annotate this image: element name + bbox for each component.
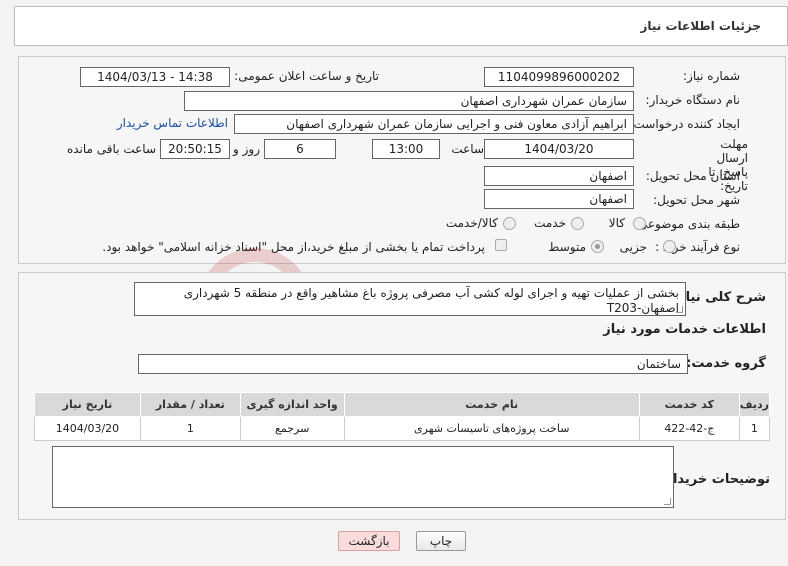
process-medium-label: متوسط	[548, 240, 586, 254]
col-unit: واحد اندازه گیری	[239, 392, 345, 417]
hour-label: ساعت	[451, 142, 484, 156]
summary-textarea[interactable]: بخشی از عملیات تهیه و اجرای لوله کشی آب …	[134, 282, 686, 316]
print-button[interactable]: چاپ	[416, 531, 466, 551]
cell-unit: سرجمع	[239, 416, 345, 441]
services-table: ردیف کد خدمت نام خدمت واحد اندازه گیری ت…	[34, 392, 771, 441]
city-field: اصفهان	[484, 189, 634, 209]
category-goods-label: کالا	[608, 216, 625, 230]
col-service-name: نام خدمت	[343, 392, 640, 417]
province-field: اصفهان	[484, 166, 634, 186]
deadline-date-field: 1404/03/20	[484, 139, 634, 159]
city-label: شهر محل تحویل:	[653, 193, 740, 207]
announce-label: تاریخ و ساعت اعلان عمومی:	[234, 69, 379, 83]
buyer-notes-label: توضیحات خریدار:	[660, 472, 770, 487]
page-header: جزئیات اطلاعات نیاز	[14, 6, 788, 46]
need-info-panel	[18, 56, 786, 264]
cell-quantity: 1	[139, 416, 241, 441]
days-field: 6	[264, 139, 336, 159]
col-need-date: تاریخ نیاز	[34, 392, 141, 417]
category-service-label: خدمت	[534, 216, 566, 230]
remaining-time-field: 20:50:15	[160, 139, 230, 159]
province-label: استان محل تحویل:	[645, 169, 740, 183]
category-goods-radio[interactable]	[633, 217, 646, 230]
col-quantity: تعداد / مقدار	[139, 392, 241, 417]
category-label: طبقه بندی موضوعی:	[633, 217, 740, 231]
summary-label: شرح کلی نیاز:	[672, 290, 766, 305]
treasury-payment-text: پرداخت تمام یا بخشی از مبلغ خرید،از محل …	[102, 240, 485, 254]
category-goods-service-label: کالا/خدمت	[445, 216, 498, 230]
summary-text: بخشی از عملیات تهیه و اجرای لوله کشی آب …	[183, 286, 679, 315]
buyer-org-field: سازمان عمران شهرداری اصفهان	[184, 91, 634, 111]
category-goods-service-radio[interactable]	[503, 217, 516, 230]
services-heading: اطلاعات خدمات مورد نیاز	[603, 322, 766, 337]
process-minor-radio[interactable]	[663, 240, 676, 253]
deadline-label: مهلت ارسال پاسخ: تا تاریخ:	[708, 137, 748, 193]
announce-field: 1404/03/13 - 14:38	[80, 67, 230, 87]
process-medium-radio[interactable]	[591, 240, 604, 253]
resize-handle-icon[interactable]	[676, 306, 683, 313]
deadline-hour-field: 13:00	[372, 139, 440, 159]
col-row: ردیف	[738, 392, 771, 417]
service-group-field: ساختمان	[138, 354, 688, 374]
buyer-org-label: نام دستگاه خریدار:	[645, 93, 741, 107]
creator-field: ابراهیم آزادی معاون فنی و اجرایی سازمان …	[234, 114, 634, 134]
need-number-label: شماره نیاز:	[683, 69, 740, 83]
cell-row: 1	[738, 416, 771, 441]
category-service-radio[interactable]	[571, 217, 584, 230]
buyer-notes-textarea[interactable]	[52, 446, 674, 508]
col-service-code: کد خدمت	[638, 392, 740, 417]
remaining-label: ساعت باقی مانده	[66, 142, 156, 156]
contact-info-link[interactable]: اطلاعات تماس خریدار	[117, 116, 228, 130]
table-row: 1 ج-42-422 ساخت پروژه‌های تاسیسات شهری س…	[34, 416, 771, 441]
creator-label: ایجاد کننده درخواست:	[629, 117, 740, 131]
cell-need-date: 1404/03/20	[34, 416, 141, 441]
resize-handle-icon[interactable]	[664, 498, 671, 505]
page-title: جزئیات اطلاعات نیاز	[640, 19, 761, 33]
days-label: روز و	[233, 142, 260, 156]
cell-service-name: ساخت پروژه‌های تاسیسات شهری	[343, 416, 640, 441]
service-group-label: گروه خدمت:	[686, 356, 766, 371]
process-minor-label: جزیی	[619, 240, 647, 254]
cell-service-code: ج-42-422	[638, 416, 740, 441]
need-number-field: 1104099896000202	[484, 67, 634, 87]
treasury-payment-checkbox[interactable]	[495, 239, 507, 251]
services-table-header: ردیف کد خدمت نام خدمت واحد اندازه گیری ت…	[34, 392, 771, 417]
back-button[interactable]: بازگشت	[338, 531, 400, 551]
